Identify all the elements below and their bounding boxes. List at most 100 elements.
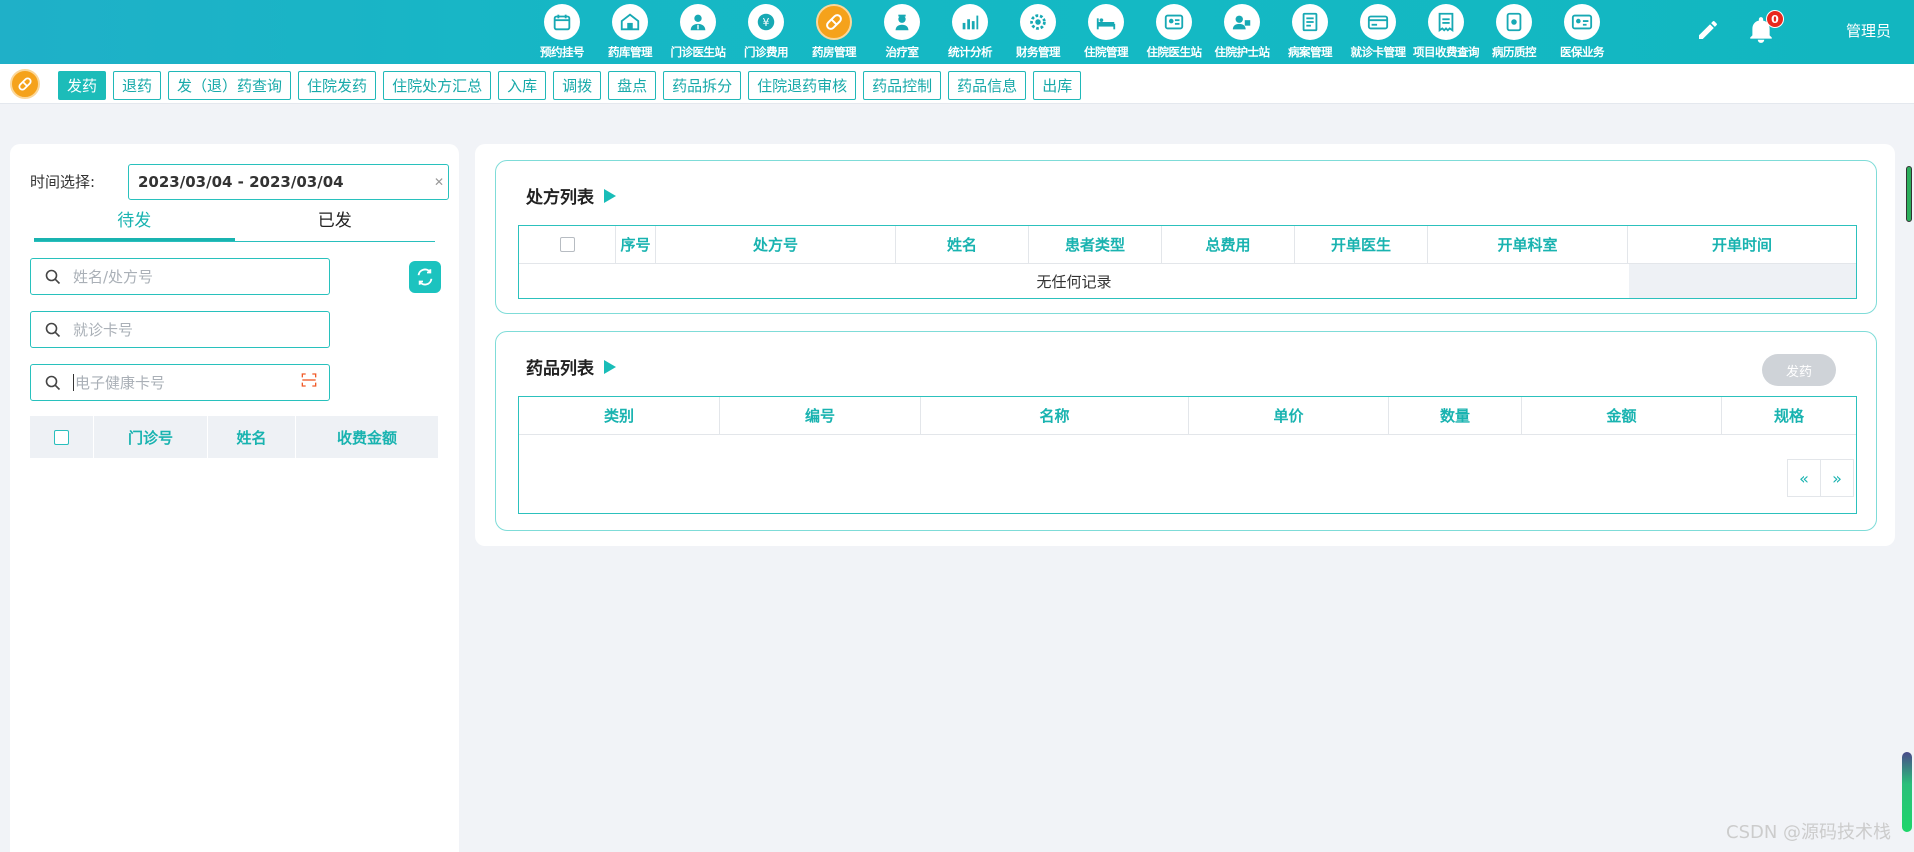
nav-item-label: 项目收费查询 [1413,45,1480,59]
outpatient-table-header: 门诊号 姓名 收费金额 [30,416,438,458]
svg-text:¥: ¥ [763,16,770,29]
nav-item-label: 药房管理 [812,45,857,59]
subtab-12[interactable]: 出库 [1033,71,1082,100]
subtab-5[interactable]: 入库 [498,71,547,100]
prescription-table-header: 序号 处方号 姓名 患者类型 总费用 开单医生 开单科室 开单时间 [519,226,1856,264]
card-search-input[interactable]: 就诊卡号 [30,311,330,348]
refresh-button[interactable] [409,261,441,293]
dispense-button[interactable]: 发药 [1762,354,1836,386]
col-index[interactable]: 序号 [616,226,656,263]
col-doctor[interactable]: 开单医生 [1295,226,1428,263]
nav-item-3[interactable]: ¥ 门诊费用 [732,4,800,62]
col-name[interactable]: 姓名 [208,416,296,458]
empty-text: 无任何记录 [1036,272,1112,291]
subtab-3[interactable]: 住院发药 [298,71,377,100]
nav-item-9[interactable]: 住院医生站 [1140,4,1208,62]
subtab-7[interactable]: 盘点 [608,71,657,100]
subtab-2[interactable]: 发（退）药查询 [168,71,292,100]
tab-dispensed[interactable]: 已发 [235,206,436,241]
nav-item-15[interactable]: 医保业务 [1548,4,1616,62]
name-search-input[interactable]: 姓名/处方号 [30,258,330,295]
scan-icon[interactable] [301,372,317,388]
col-drug-name[interactable]: 名称 [921,397,1189,434]
drug-title-text: 药品列表 [526,359,594,379]
nav-item-0[interactable]: 预约挂号 [528,4,596,62]
nav-item-label: 医保业务 [1560,45,1605,59]
subtab-4[interactable]: 住院处方汇总 [383,71,492,100]
card-icon [1360,4,1396,40]
nav-item-8[interactable]: 住院管理 [1072,4,1140,62]
record-icon [1496,4,1532,40]
nav-item-7[interactable]: 财务管理 [1004,4,1072,62]
col-patient-name[interactable]: 姓名 [896,226,1029,263]
subtab-1[interactable]: 退药 [113,71,162,100]
col-outpatient-no[interactable]: 门诊号 [94,416,208,458]
time-label: 时间选择: [30,173,96,191]
insurance-icon [1564,4,1600,40]
col-time[interactable]: 开单时间 [1628,226,1856,263]
tab-pending[interactable]: 待发 [34,206,235,241]
prescription-title: 处方列表 [526,183,616,208]
receipt-icon [1428,4,1464,40]
col-department[interactable]: 开单科室 [1428,226,1628,263]
yuan-icon: ¥ [748,4,784,40]
col-code[interactable]: 编号 [720,397,921,434]
level-indicator [1902,752,1912,832]
col-quantity[interactable]: 数量 [1389,397,1522,434]
col-category[interactable]: 类别 [519,397,720,434]
pagination: « » [1787,459,1854,497]
doctor-icon [680,4,716,40]
col-patient-type[interactable]: 患者类型 [1029,226,1162,263]
col-amount[interactable]: 金额 [1522,397,1722,434]
nav-item-2[interactable]: 门诊医生站 [664,4,732,62]
nav-item-6[interactable]: 统计分析 [936,4,1004,62]
text-caret [73,374,74,391]
col-prescription-no[interactable]: 处方号 [656,226,896,263]
nav-item-12[interactable]: 就诊卡管理 [1344,4,1412,62]
gear-icon [1020,4,1056,40]
prev-page-button[interactable]: « [1787,459,1821,497]
nav-item-1[interactable]: 药库管理 [596,4,664,62]
col-spec[interactable]: 规格 [1722,397,1856,434]
nav-item-label: 门诊费用 [744,45,789,59]
clear-icon[interactable]: ✕ [434,175,444,189]
nav-item-14[interactable]: 病历质控 [1480,4,1548,62]
select-all-checkbox[interactable] [559,237,575,252]
nav-item-13[interactable]: 项目收费查询 [1412,4,1480,62]
warehouse-icon [612,4,648,40]
subtab-10[interactable]: 药品控制 [863,71,942,100]
chart-icon [952,4,988,40]
select-all-checkbox[interactable] [54,429,69,445]
subtab-6[interactable]: 调拨 [553,71,602,100]
triangle-right-icon [604,188,616,203]
nav-item-label: 住院管理 [1084,45,1129,59]
triangle-right-icon [604,359,616,374]
nav-item-11[interactable]: 病案管理 [1276,4,1344,62]
col-unit-price[interactable]: 单价 [1189,397,1389,434]
nav-item-5[interactable]: 治疗室 [868,4,936,62]
nav-item-4[interactable]: 药房管理 [800,4,868,62]
subtab-11[interactable]: 药品信息 [948,71,1027,100]
nav-item-10[interactable]: 住院护士站 [1208,4,1276,62]
nurse-icon [884,4,920,40]
subtab-8[interactable]: 药品拆分 [663,71,742,100]
col-amount[interactable]: 收费金额 [296,416,438,458]
prescription-title-text: 处方列表 [526,188,594,208]
subtab-0[interactable]: 发药 [58,71,107,100]
nav-item-label: 住院护士站 [1214,45,1271,59]
user-name[interactable]: 管理员 [1846,20,1891,41]
col-total-fee[interactable]: 总费用 [1162,226,1295,263]
next-page-button[interactable]: » [1820,459,1854,497]
pill-icon [10,69,40,99]
prescription-table: 序号 处方号 姓名 患者类型 总费用 开单医生 开单科室 开单时间 无任何记录 [518,225,1857,299]
card-search-placeholder: 就诊卡号 [73,321,134,339]
health-card-search-input[interactable]: 电子健康卡号 [30,364,330,401]
search-icon [45,375,61,390]
status-tabs: 待发 已发 [34,206,435,242]
scrollbar-thumb[interactable] [1906,166,1912,222]
health-card-placeholder: 电子健康卡号 [75,374,166,392]
pencil-icon[interactable] [1696,18,1720,42]
date-range-input[interactable]: 2023/03/04 - 2023/03/04 ✕ [128,164,449,200]
sub-nav-bar: 发药 退药 发（退）药查询 住院发药 住院处方汇总 入库 调拨 盘点 药品拆分 住院退药审核 药品控… [0,64,1914,104]
subtab-9[interactable]: 住院退药审核 [748,71,857,100]
